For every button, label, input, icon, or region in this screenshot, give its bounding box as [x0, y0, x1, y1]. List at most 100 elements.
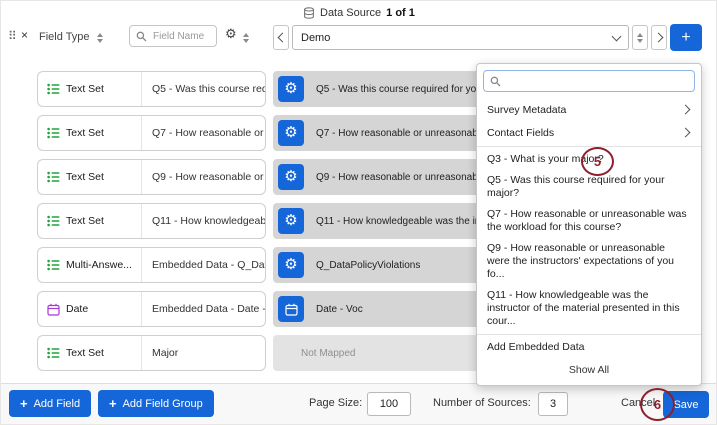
field-card-embedded-q[interactable]: Multi-Answe... Embedded Data - Q_Dat... [37, 247, 266, 283]
caret-down-icon [637, 39, 643, 43]
field-settings-button[interactable]: ⚙ [278, 120, 304, 146]
add-field-button[interactable]: + Add Field [9, 390, 91, 417]
divider [477, 146, 701, 147]
sort-down-icon [97, 39, 103, 43]
settings-gear-icon[interactable]: ⚙ [225, 27, 237, 40]
source-stepper-button[interactable] [632, 25, 648, 50]
number-of-sources-input[interactable] [538, 392, 568, 416]
field-list: Text Set Q5 - Was this course req... Tex… [37, 71, 266, 371]
popup-group-survey-metadata[interactable]: Survey Metadata [477, 98, 701, 121]
gear-icon: ⚙ [284, 257, 297, 272]
field-mapper-window: ⠿ × Field Type ⚙ Data Source 1 of 1 Demo [0, 0, 717, 425]
drag-grip-icon[interactable]: ⠿ [8, 29, 17, 43]
sort-down-icon [243, 39, 249, 43]
date-icon [47, 303, 60, 316]
page-size-input[interactable] [367, 392, 411, 416]
text-set-icon [47, 127, 60, 139]
field-type-label: Text Set [66, 215, 104, 227]
plus-icon: + [20, 397, 28, 410]
multi-answer-icon [47, 259, 60, 271]
data-source-title: Data Source 1 of 1 [303, 7, 415, 19]
field-picker-popup: Survey Metadata Contact Fields Q3 - What… [476, 63, 702, 386]
gear-icon: ⚙ [284, 169, 297, 184]
chevron-left-icon [277, 33, 287, 43]
field-name-label: Q11 - How knowledgeabl... [142, 204, 265, 238]
footer-bar: + Add Field + Add Field Group Page Size:… [1, 383, 716, 424]
field-card-q7[interactable]: Text Set Q7 - How reasonable or ... [37, 115, 266, 151]
field-card-q9[interactable]: Text Set Q9 - How reasonable or ... [37, 159, 266, 195]
popup-add-embedded-data[interactable]: Add Embedded Data [477, 337, 701, 358]
sort-field-type-button[interactable] [97, 33, 103, 43]
mapped-field-label: Q_DataPolicyViolations [316, 260, 420, 271]
field-type-label: Text Set [66, 83, 104, 95]
field-name-label: Major [142, 336, 265, 370]
not-mapped-label: Not Mapped [301, 348, 355, 359]
popup-search[interactable] [483, 70, 695, 92]
source-nav-previous-button[interactable] [273, 25, 289, 50]
chevron-right-icon [653, 33, 663, 43]
chevron-down-icon [612, 31, 622, 41]
source-nav-next-button[interactable] [651, 25, 667, 50]
close-icon[interactable]: × [21, 28, 28, 42]
sort-up-icon [243, 33, 249, 37]
text-set-icon [47, 171, 60, 183]
chevron-right-icon [681, 105, 691, 115]
text-set-icon [47, 347, 60, 359]
field-name-label: Embedded Data - Q_Dat... [142, 248, 265, 282]
mapped-field-label: Q7 - How reasonable or unreasonable wa [316, 128, 501, 139]
field-name-label: Q5 - Was this course req... [142, 72, 265, 106]
popup-show-all[interactable]: Show All [477, 358, 701, 383]
field-card-major[interactable]: Text Set Major [37, 335, 266, 371]
annotation-step-5: 5 [581, 147, 614, 176]
popup-item-q9[interactable]: Q9 - How reasonable or unreasonable were… [477, 238, 701, 285]
source-select-value: Demo [301, 32, 330, 44]
field-settings-button[interactable]: ⚙ [278, 76, 304, 102]
annotation-step-6: 6 [640, 388, 675, 421]
popup-item-q5[interactable]: Q5 - Was this course required for your m… [477, 170, 701, 204]
source-select[interactable]: Demo [292, 25, 629, 50]
field-settings-button[interactable]: ⚙ [278, 208, 304, 234]
field-card-q11[interactable]: Text Set Q11 - How knowledgeabl... [37, 203, 266, 239]
popup-item-q7[interactable]: Q7 - How reasonable or unreasonable was … [477, 204, 701, 238]
field-type-label: Text Set [66, 347, 104, 359]
field-settings-button[interactable]: ⚙ [278, 252, 304, 278]
mapped-field-label: Q5 - Was this course required for your m… [316, 84, 502, 95]
gear-icon: ⚙ [284, 213, 297, 228]
popup-item-q11[interactable]: Q11 - How knowledgeable was the instruct… [477, 285, 701, 332]
search-icon [490, 76, 501, 87]
field-type-label: Date [66, 303, 88, 315]
field-name-label: Q9 - How reasonable or ... [142, 160, 265, 194]
gear-icon: ⚙ [284, 81, 297, 96]
sort-gear-button[interactable] [243, 33, 249, 43]
field-type-column-header: Field Type [39, 31, 90, 43]
search-icon [136, 31, 147, 42]
gear-icon: ⚙ [284, 125, 297, 140]
field-type-label: Text Set [66, 127, 104, 139]
sort-up-icon [97, 33, 103, 37]
popup-group-contact-fields[interactable]: Contact Fields [477, 121, 701, 144]
field-name-search[interactable] [129, 25, 217, 47]
popup-search-input[interactable] [506, 74, 688, 88]
add-source-button[interactable]: + [670, 24, 702, 51]
field-type-label: Multi-Answe... [66, 259, 132, 271]
field-card-q5[interactable]: Text Set Q5 - Was this course req... [37, 71, 266, 107]
field-name-label: Q7 - How reasonable or ... [142, 116, 265, 150]
field-settings-button[interactable]: ⚙ [278, 164, 304, 190]
add-field-group-button[interactable]: + Add Field Group [98, 390, 214, 417]
calendar-icon [285, 303, 298, 316]
data-source-count: 1 of 1 [386, 7, 415, 19]
data-source-label: Data Source [320, 7, 381, 19]
data-source-icon [303, 7, 315, 19]
date-field-button[interactable] [278, 296, 304, 322]
mapped-field-label: Q9 - How reasonable or unreasonable we [316, 172, 501, 183]
divider [477, 334, 701, 335]
text-set-icon [47, 215, 60, 227]
page-size-label: Page Size: [309, 397, 362, 409]
field-name-search-input[interactable] [151, 30, 210, 43]
field-card-embedded-date[interactable]: Date Embedded Data - Date - ... [37, 291, 266, 327]
field-name-label: Embedded Data - Date - ... [142, 292, 265, 326]
plus-icon: + [109, 397, 117, 410]
caret-up-icon [637, 33, 643, 37]
chevron-right-icon [681, 128, 691, 138]
mapped-field-label: Date - Voc [316, 304, 363, 315]
